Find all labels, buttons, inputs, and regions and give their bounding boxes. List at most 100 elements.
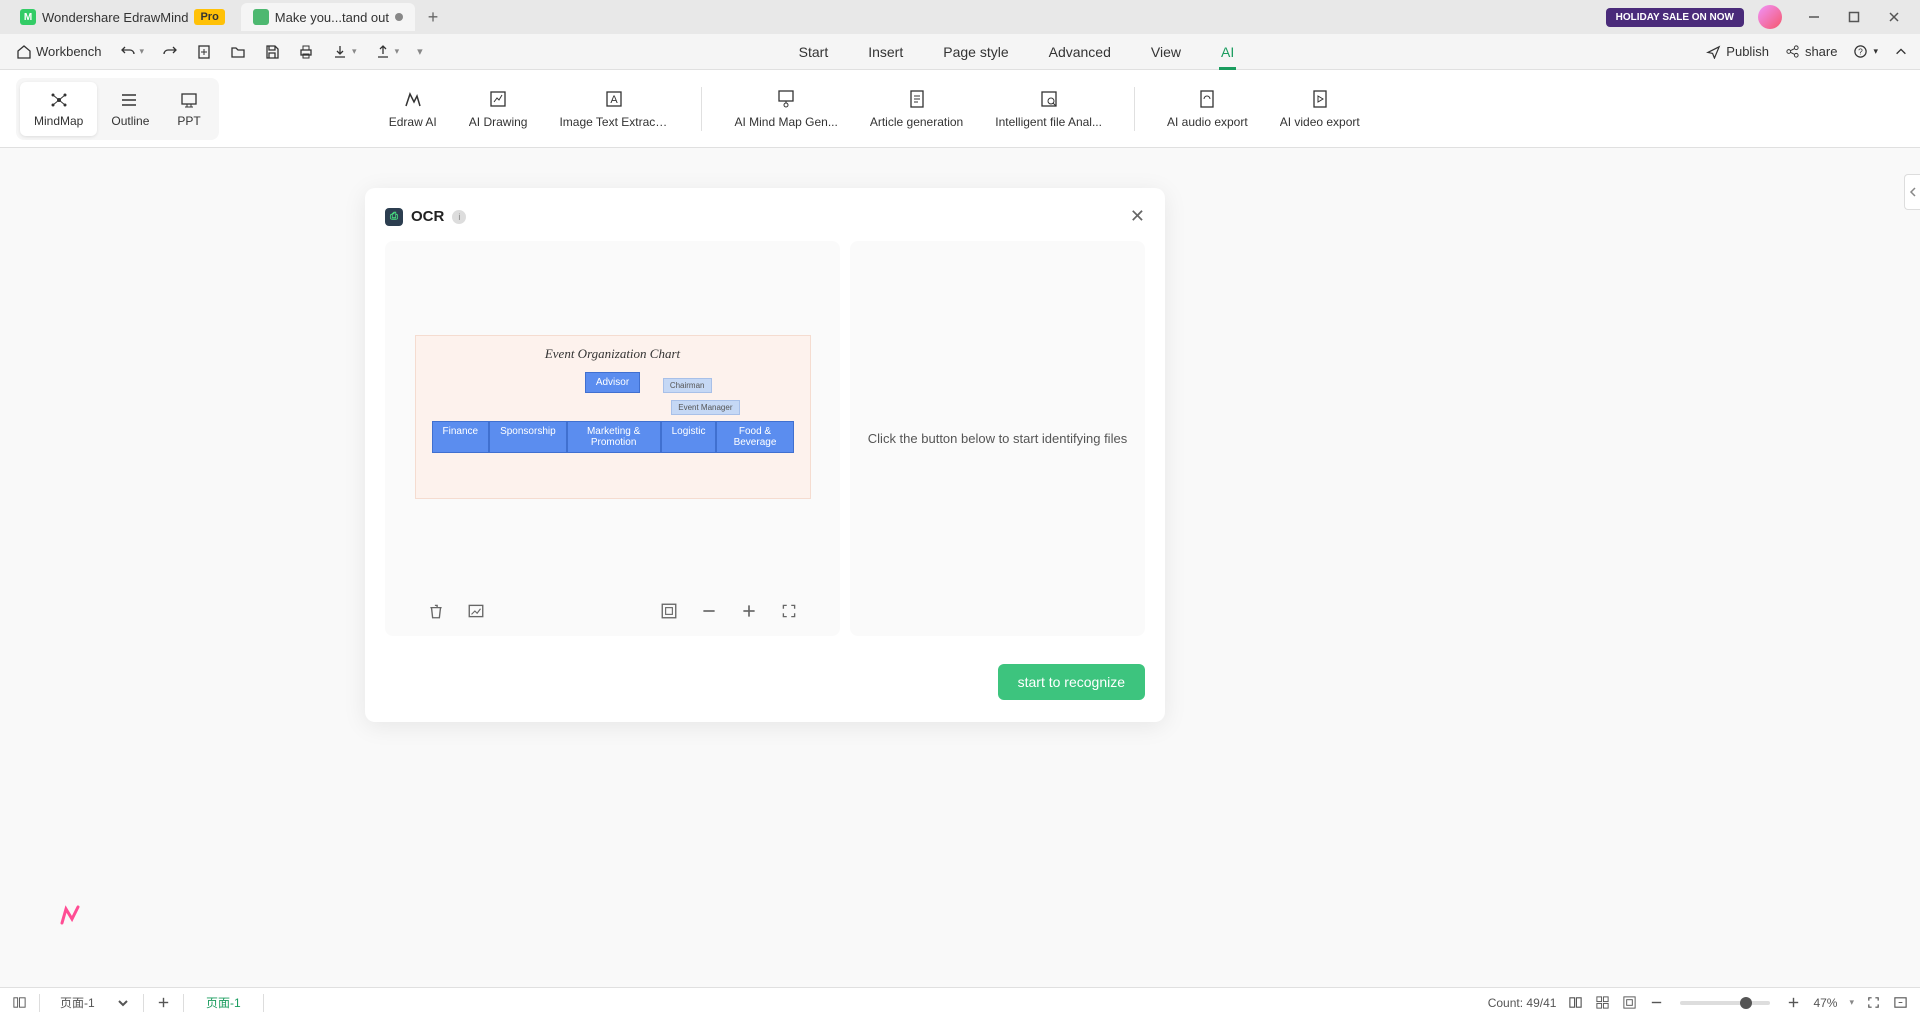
- mindmap-icon: [49, 90, 69, 110]
- ribbon-divider: [701, 87, 702, 131]
- zoom-in-button[interactable]: [740, 602, 758, 620]
- menu-page-style[interactable]: Page style: [941, 36, 1010, 68]
- help-button[interactable]: ?▾: [1853, 44, 1878, 59]
- mindmap-gen-icon: [775, 88, 797, 110]
- fit-button[interactable]: [660, 602, 678, 620]
- publish-button[interactable]: Publish: [1706, 44, 1769, 59]
- redo-icon: [162, 44, 178, 60]
- collapse-ribbon-button[interactable]: [1894, 45, 1908, 59]
- maximize-button[interactable]: [1836, 3, 1872, 31]
- menu-start[interactable]: Start: [797, 36, 831, 68]
- preview-chart-title: Event Organization Chart: [426, 346, 800, 362]
- menu-ai[interactable]: AI: [1219, 36, 1236, 68]
- print-icon: [298, 44, 314, 60]
- close-button[interactable]: [1876, 3, 1912, 31]
- workbench-button[interactable]: Workbench: [12, 40, 106, 64]
- reading-view-button[interactable]: [1568, 995, 1583, 1010]
- fullscreen-icon: [1866, 995, 1881, 1010]
- grid-view-button[interactable]: [1595, 995, 1610, 1010]
- minimize-button[interactable]: [1796, 3, 1832, 31]
- focus-icon: [1622, 995, 1637, 1010]
- org-box-marketing: Marketing & Promotion: [567, 421, 661, 453]
- fullscreen-status-button[interactable]: [1866, 995, 1881, 1010]
- zoom-slider[interactable]: [1680, 1001, 1770, 1005]
- zoom-out-button[interactable]: [700, 602, 718, 620]
- org-box-event-manager: Event Manager: [671, 400, 739, 415]
- edraw-ai-button[interactable]: Edraw AI: [389, 88, 437, 129]
- focus-view-button[interactable]: [1622, 995, 1637, 1010]
- redo-button[interactable]: [158, 40, 182, 64]
- open-file-button[interactable]: [226, 40, 250, 64]
- ocr-close-button[interactable]: ✕: [1130, 206, 1145, 227]
- share-icon: [1785, 44, 1800, 59]
- zoom-in-status-button[interactable]: [1786, 995, 1801, 1010]
- document-tab[interactable]: Make you...tand out: [241, 3, 415, 31]
- save-button[interactable]: [260, 40, 284, 64]
- ocr-result-panel: Click the button below to start identify…: [850, 241, 1145, 636]
- image-text-extraction-button[interactable]: AImage Text Extracti...: [559, 88, 669, 129]
- replace-image-button[interactable]: [467, 602, 485, 620]
- ocr-preview-panel: Event Organization Chart Advisor Chairma…: [385, 241, 840, 636]
- org-box-logistic: Logistic: [661, 421, 717, 453]
- view-outline[interactable]: Outline: [97, 82, 163, 136]
- fit-screen-button[interactable]: [1893, 995, 1908, 1010]
- zoom-out-status-button[interactable]: [1649, 995, 1664, 1010]
- main-toolbar: Workbench ▾ ▾ ▾ ▾ Start Insert Page styl…: [0, 34, 1920, 70]
- save-icon: [264, 44, 280, 60]
- ai-mindmap-gen-button[interactable]: AI Mind Map Gen...: [734, 88, 837, 129]
- intelligent-file-analysis-button[interactable]: Intelligent file Anal...: [995, 88, 1102, 129]
- view-outline-label: Outline: [111, 114, 149, 128]
- view-mindmap[interactable]: MindMap: [20, 82, 97, 136]
- pro-badge: Pro: [194, 9, 224, 25]
- import-button[interactable]: ▾: [371, 40, 404, 64]
- share-label: share: [1805, 44, 1838, 59]
- ai-assistant-icon[interactable]: [58, 903, 82, 927]
- home-icon: [16, 44, 32, 60]
- start-recognize-button[interactable]: start to recognize: [998, 664, 1145, 700]
- view-mindmap-label: MindMap: [34, 114, 83, 128]
- ai-audio-export-button[interactable]: AI audio export: [1167, 88, 1248, 129]
- page-panel-toggle[interactable]: [12, 995, 27, 1010]
- ai-drawing-button[interactable]: AI Drawing: [469, 88, 528, 129]
- share-button[interactable]: share: [1785, 44, 1838, 59]
- undo-icon: [120, 44, 136, 60]
- org-box-food: Food & Beverage: [716, 421, 793, 453]
- menu-advanced[interactable]: Advanced: [1047, 36, 1113, 68]
- ppt-icon: [179, 90, 199, 110]
- more-options-button[interactable]: ▾: [413, 41, 427, 62]
- article-generation-button[interactable]: Article generation: [870, 88, 963, 129]
- menu-tabs: Start Insert Page style Advanced View AI: [797, 36, 1237, 68]
- svg-text:A: A: [611, 94, 619, 106]
- zoom-dropdown-icon[interactable]: ▾: [1849, 997, 1854, 1008]
- fullscreen-button[interactable]: [780, 602, 798, 620]
- ai-tools-group: Edraw AI AI Drawing AImage Text Extracti…: [389, 87, 1360, 131]
- zoom-thumb[interactable]: [1740, 997, 1752, 1009]
- delete-image-button[interactable]: [427, 602, 445, 620]
- page-tab[interactable]: 页面-1: [196, 990, 251, 1015]
- holiday-sale-button[interactable]: HOLIDAY SALE ON NOW: [1606, 8, 1744, 27]
- undo-button[interactable]: ▾: [116, 40, 149, 64]
- preview-image[interactable]: Event Organization Chart Advisor Chairma…: [415, 335, 811, 499]
- print-button[interactable]: [294, 40, 318, 64]
- view-ppt[interactable]: PPT: [163, 82, 214, 136]
- add-tab-button[interactable]: +: [419, 3, 447, 31]
- fit-icon: [660, 602, 678, 620]
- expand-panel-button[interactable]: [1904, 174, 1920, 210]
- new-file-button[interactable]: [192, 40, 216, 64]
- menu-insert[interactable]: Insert: [866, 36, 905, 68]
- fit-screen-icon: [1893, 995, 1908, 1010]
- org-box-finance: Finance: [432, 421, 490, 453]
- ai-logo-icon: [402, 88, 424, 110]
- org-box-chairman: Chairman: [663, 378, 712, 393]
- menu-view[interactable]: View: [1149, 36, 1183, 68]
- minus-icon: [700, 602, 718, 620]
- expand-icon: [780, 602, 798, 620]
- count-label: Count: 49/41: [1488, 996, 1557, 1010]
- minus-icon: [1649, 995, 1664, 1010]
- ai-video-export-button[interactable]: AI video export: [1280, 88, 1360, 129]
- canvas-area[interactable]: ⎙ OCR i ✕ Event Organization Chart Advis…: [0, 148, 1920, 987]
- export-button[interactable]: ▾: [328, 40, 361, 64]
- add-page-button[interactable]: [156, 995, 171, 1010]
- page-select[interactable]: 页面-1: [52, 993, 131, 1013]
- user-avatar[interactable]: [1758, 5, 1782, 29]
